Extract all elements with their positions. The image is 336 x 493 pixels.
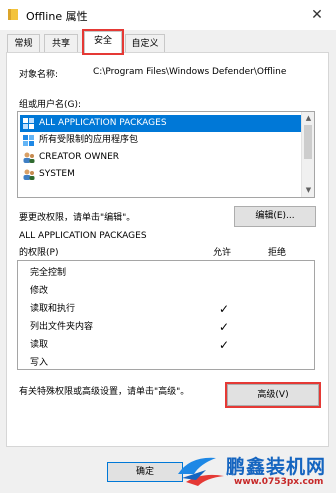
permission-name: 修改 [30, 286, 49, 296]
permissions-heading: 的权限(P) [19, 248, 59, 258]
site-name: 鹏鑫装机网 [226, 456, 327, 478]
users-list[interactable]: ALL APPLICATION PACKAGES 所有受限制的应用程序包 CRE… [17, 111, 315, 198]
list-item-system[interactable]: SYSTEM [20, 166, 303, 183]
permission-name: 写入 [30, 358, 49, 368]
window-title: Offline 属性 [26, 10, 88, 23]
users-icon [23, 152, 35, 163]
tab-security[interactable]: 安全 [82, 29, 124, 55]
allow-column-header: 允许 [213, 248, 232, 258]
edit-button[interactable]: 编辑(E)... [234, 206, 316, 227]
site-watermark: 鹏鑫装机网 www.0753px.com [176, 450, 334, 492]
title-bar: Offline 属性 ✕ [0, 0, 336, 30]
permission-row: 列出文件夹内容 ✓ [18, 318, 302, 336]
permission-row: 读取和执行 ✓ [18, 300, 302, 318]
advanced-button[interactable]: 高级(V) [225, 382, 321, 408]
permission-row: 完全控制 [18, 264, 302, 282]
list-item-label: 所有受限制的应用程序包 [39, 135, 139, 145]
list-item-creator-owner[interactable]: CREATOR OWNER [20, 149, 303, 166]
object-name-value: C:\Program Files\Windows Defender\Offlin… [93, 67, 287, 77]
object-name-label: 对象名称: [19, 70, 59, 80]
users-scrollbar[interactable]: ▲ ▼ [301, 112, 314, 197]
advanced-hint: 有关特殊权限或高级设置，请单击"高级"。 [19, 387, 190, 397]
group-users-label: 组或用户名(G): [19, 100, 82, 110]
ok-button[interactable]: 确定 [107, 462, 183, 482]
allow-check-icon: ✓ [218, 338, 230, 352]
list-item-label: ALL APPLICATION PACKAGES [39, 118, 167, 128]
list-item-all-app-packages[interactable]: ALL APPLICATION PACKAGES [20, 115, 303, 132]
allow-check-icon: ✓ [218, 302, 230, 316]
permissions-for-name: ALL APPLICATION PACKAGES [19, 231, 147, 241]
list-item-restricted-app-packages[interactable]: 所有受限制的应用程序包 [20, 132, 303, 149]
package-icon [23, 118, 34, 129]
scroll-down-icon[interactable]: ▼ [302, 184, 314, 196]
tab-general[interactable]: 常规 [7, 34, 40, 54]
permission-row: 读取 ✓ [18, 336, 302, 354]
package-icon [23, 135, 34, 146]
list-item-label: SYSTEM [39, 169, 75, 179]
close-icon[interactable]: ✕ [301, 3, 333, 27]
scroll-thumb[interactable] [304, 125, 312, 159]
permission-name: 列出文件夹内容 [30, 322, 94, 332]
permission-row: 写入 [18, 354, 302, 369]
permission-row: 修改 [18, 282, 302, 300]
change-permissions-hint: 要更改权限，请单击"编辑"。 [19, 213, 136, 223]
deny-column-header: 拒绝 [268, 248, 287, 258]
tab-sharing[interactable]: 共享 [44, 34, 78, 54]
allow-check-icon: ✓ [218, 320, 230, 334]
scroll-up-icon[interactable]: ▲ [302, 112, 314, 124]
permission-name: 完全控制 [30, 268, 67, 278]
list-item-label: CREATOR OWNER [39, 152, 120, 162]
site-url: www.0753px.com [234, 477, 324, 487]
permission-name: 读取 [30, 340, 49, 350]
tab-custom[interactable]: 自定义 [125, 34, 165, 54]
site-logo-icon [178, 457, 224, 486]
folder-icon [8, 9, 18, 20]
permissions-list: 完全控制 修改 读取和执行 ✓ 列出文件夹内容 ✓ 读取 ✓ 写入 [17, 260, 315, 370]
permission-name: 读取和执行 [30, 304, 76, 314]
users-icon [23, 169, 35, 180]
